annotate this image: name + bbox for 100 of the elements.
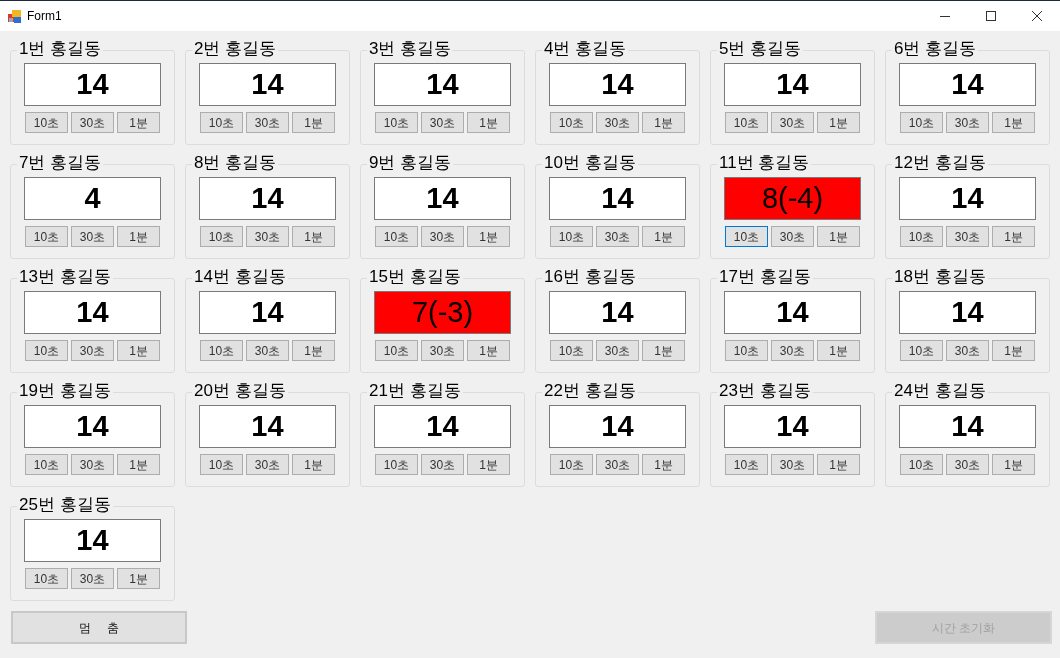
- timer-button[interactable]: 1분: [467, 340, 510, 361]
- timer-button[interactable]: 1분: [467, 226, 510, 247]
- timer-button[interactable]: 1분: [817, 340, 860, 361]
- timer-button[interactable]: 10초: [200, 226, 243, 247]
- timer-button[interactable]: 1분: [992, 454, 1035, 475]
- timer-button[interactable]: 30초: [246, 112, 289, 133]
- group-title: 3번 홍길동: [367, 39, 454, 59]
- timer-button[interactable]: 10초: [550, 112, 593, 133]
- group-title: 6번 홍길동: [892, 39, 979, 59]
- timer-button[interactable]: 1분: [292, 226, 335, 247]
- group-title: 20번 홍길동: [192, 381, 288, 401]
- timer-button[interactable]: 10초: [550, 340, 593, 361]
- group-title: 4번 홍길동: [542, 39, 629, 59]
- timer-button[interactable]: 30초: [596, 226, 639, 247]
- count-display: 14: [899, 405, 1036, 448]
- timer-button[interactable]: 1분: [117, 454, 160, 475]
- timer-button[interactable]: 30초: [596, 112, 639, 133]
- timer-button[interactable]: 1분: [817, 226, 860, 247]
- timer-button[interactable]: 10초: [25, 340, 68, 361]
- timer-button[interactable]: 30초: [946, 226, 989, 247]
- count-display: 14: [549, 177, 686, 220]
- timer-button[interactable]: 1분: [117, 112, 160, 133]
- timer-button[interactable]: 30초: [71, 112, 114, 133]
- timer-button[interactable]: 10초: [25, 112, 68, 133]
- group-title: 2번 홍길동: [192, 39, 279, 59]
- timer-button[interactable]: 10초: [900, 454, 943, 475]
- timer-button[interactable]: 1분: [292, 454, 335, 475]
- timer-button[interactable]: 10초: [725, 112, 768, 133]
- group-title: 16번 홍길동: [542, 267, 638, 287]
- timer-button[interactable]: 1분: [642, 454, 685, 475]
- timer-button[interactable]: 10초: [550, 454, 593, 475]
- timer-button[interactable]: 30초: [421, 454, 464, 475]
- timer-button[interactable]: 10초: [900, 340, 943, 361]
- window-title: Form1: [27, 8, 62, 25]
- timer-button[interactable]: 30초: [421, 112, 464, 133]
- timer-button[interactable]: 30초: [946, 454, 989, 475]
- timer-button[interactable]: 10초: [375, 112, 418, 133]
- timer-button[interactable]: 30초: [771, 340, 814, 361]
- timer-button[interactable]: 1분: [992, 226, 1035, 247]
- timer-button[interactable]: 10초: [375, 340, 418, 361]
- timer-button[interactable]: 30초: [246, 226, 289, 247]
- timer-button[interactable]: 1분: [642, 340, 685, 361]
- timer-button[interactable]: 30초: [71, 454, 114, 475]
- group-title: 25번 홍길동: [17, 495, 113, 515]
- timer-button[interactable]: 30초: [71, 568, 114, 589]
- timer-button[interactable]: 10초: [200, 340, 243, 361]
- group-title: 19번 홍길동: [17, 381, 113, 401]
- count-display: 14: [199, 405, 336, 448]
- timer-button[interactable]: 1분: [117, 226, 160, 247]
- count-display: 14: [724, 63, 861, 106]
- timer-button[interactable]: 1분: [292, 112, 335, 133]
- timer-button[interactable]: 10초: [900, 226, 943, 247]
- timer-button[interactable]: 10초: [900, 112, 943, 133]
- timer-button[interactable]: 10초: [725, 454, 768, 475]
- group-title: 10번 홍길동: [542, 153, 638, 173]
- timer-button[interactable]: 30초: [771, 112, 814, 133]
- timer-button[interactable]: 30초: [946, 340, 989, 361]
- group-title: 8번 홍길동: [192, 153, 279, 173]
- group-title: 15번 홍길동: [367, 267, 463, 287]
- count-display: 14: [24, 291, 161, 334]
- timer-button[interactable]: 1분: [642, 112, 685, 133]
- timer-button[interactable]: 30초: [246, 454, 289, 475]
- timer-button[interactable]: 1분: [992, 112, 1035, 133]
- timer-button[interactable]: 10초: [200, 112, 243, 133]
- timer-button[interactable]: 10초: [375, 226, 418, 247]
- timer-button[interactable]: 1분: [642, 226, 685, 247]
- timer-button[interactable]: 10초: [25, 226, 68, 247]
- count-display: 14: [199, 63, 336, 106]
- timer-button[interactable]: 1분: [817, 112, 860, 133]
- count-display: 14: [374, 405, 511, 448]
- timer-button[interactable]: 1분: [467, 112, 510, 133]
- timer-button[interactable]: 10초: [550, 226, 593, 247]
- timer-button[interactable]: 30초: [596, 340, 639, 361]
- timer-button[interactable]: 1분: [117, 340, 160, 361]
- group-title: 7번 홍길동: [17, 153, 104, 173]
- group-title: 5번 홍길동: [717, 39, 804, 59]
- timer-button[interactable]: 10초: [375, 454, 418, 475]
- timer-button[interactable]: 10초: [25, 454, 68, 475]
- timer-button[interactable]: 30초: [421, 340, 464, 361]
- timer-button[interactable]: 10초: [725, 340, 768, 361]
- timer-button[interactable]: 30초: [771, 226, 814, 247]
- timer-button[interactable]: 30초: [71, 340, 114, 361]
- timer-button[interactable]: 30초: [771, 454, 814, 475]
- count-display: 14: [899, 177, 1036, 220]
- minimize-icon: [940, 15, 950, 17]
- group-title: 18번 홍길동: [892, 267, 988, 287]
- timer-button[interactable]: 30초: [596, 454, 639, 475]
- timer-button[interactable]: 1분: [467, 454, 510, 475]
- timer-button[interactable]: 30초: [421, 226, 464, 247]
- stop-button[interactable]: 멈 춤: [11, 611, 187, 644]
- timer-button[interactable]: 10초: [725, 226, 768, 247]
- timer-button[interactable]: 30초: [246, 340, 289, 361]
- timer-button[interactable]: 10초: [25, 568, 68, 589]
- timer-button[interactable]: 30초: [71, 226, 114, 247]
- timer-button[interactable]: 1분: [292, 340, 335, 361]
- timer-button[interactable]: 1분: [117, 568, 160, 589]
- timer-button[interactable]: 1분: [817, 454, 860, 475]
- timer-button[interactable]: 1분: [992, 340, 1035, 361]
- timer-button[interactable]: 30초: [946, 112, 989, 133]
- timer-button[interactable]: 10초: [200, 454, 243, 475]
